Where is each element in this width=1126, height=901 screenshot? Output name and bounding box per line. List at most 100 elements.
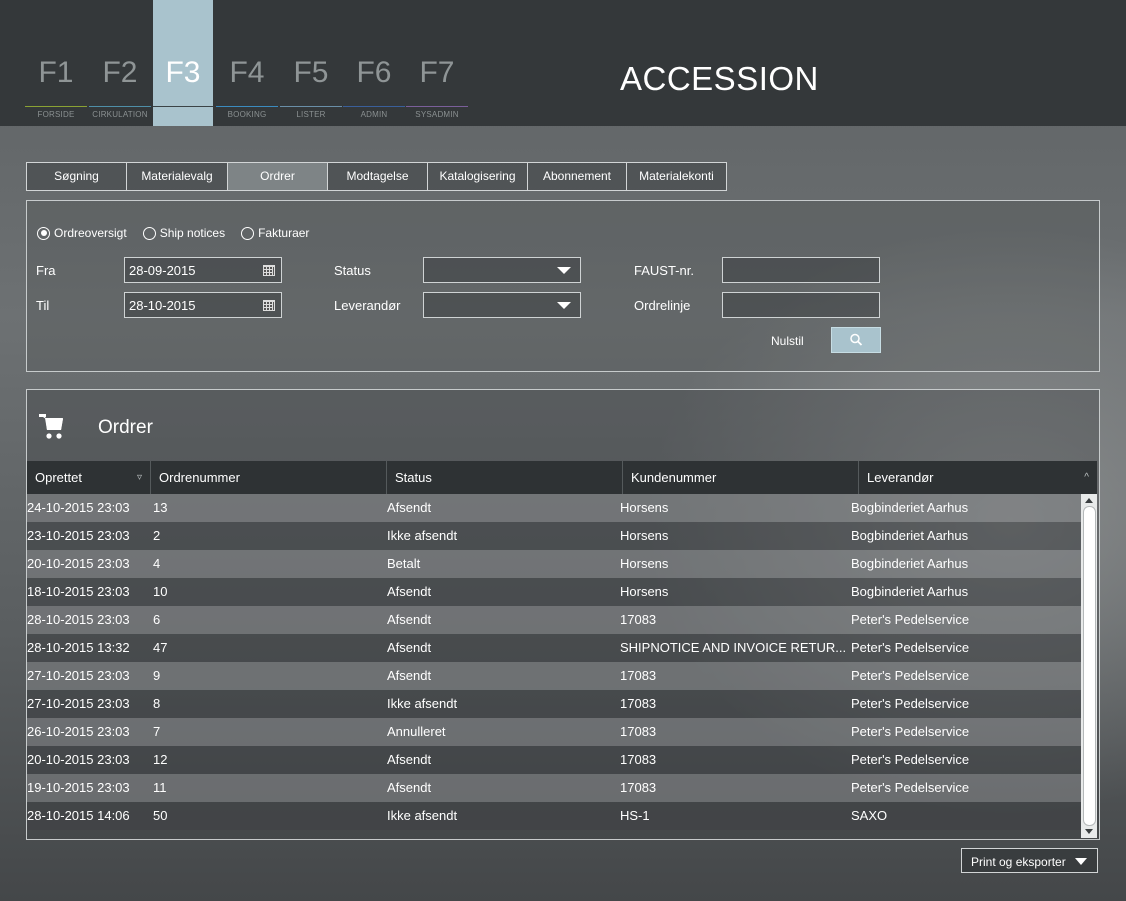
cell-kundenummer: Horsens: [620, 556, 669, 571]
table-row[interactable]: 28-10-2015 13:32 47 Afsendt SHIPNOTICE AND …: [27, 634, 1081, 662]
cell-status: Ikke afsendt: [387, 808, 458, 823]
tab-sogning[interactable]: Søgning: [26, 162, 126, 191]
cell-leverandor: Bogbinderiet Aarhus: [851, 500, 969, 515]
tab-ordrer[interactable]: Ordrer: [227, 162, 327, 191]
tab-materialekonti[interactable]: Materialekonti: [626, 162, 727, 191]
supplier-dropdown[interactable]: [423, 292, 581, 318]
column-header-oprettet[interactable]: Oprettet ▿: [27, 461, 151, 494]
orders-header: Ordrer: [27, 390, 1099, 460]
nav-key-f5[interactable]: F5 LISTER: [280, 0, 342, 126]
search-button[interactable]: [831, 327, 881, 353]
cell-oprettet: 26-10-2015 23:03: [27, 724, 130, 739]
cell-ordrenummer: 12: [153, 752, 168, 767]
column-header-label: Kundenummer: [631, 470, 717, 485]
table-row[interactable]: 27-10-2015 23:03 9 Afsendt 17083 Peter's Ped…: [27, 662, 1081, 690]
calendar-icon[interactable]: [263, 264, 275, 279]
cell-leverandor: Bogbinderiet Aarhus: [851, 556, 969, 571]
nav-key-f1[interactable]: F1 FORSIDE: [25, 0, 87, 126]
cell-status: Afsendt: [387, 752, 432, 767]
nav-key-number: F5: [293, 56, 329, 89]
tab-katalogisering[interactable]: Katalogisering: [427, 162, 527, 191]
nav-key-underline: [89, 106, 151, 107]
nav-key-number: F7: [419, 56, 455, 89]
status-dropdown[interactable]: [423, 257, 581, 283]
cell-ordrenummer: 13: [153, 500, 168, 515]
filter-panel: Ordreoversigt Ship notices Fakturaer Fra…: [26, 200, 1100, 372]
vertical-scrollbar[interactable]: [1081, 494, 1097, 838]
cell-ordrenummer: 50: [153, 808, 168, 823]
nav-key-underline: [216, 106, 278, 107]
nav-key-number: F3: [165, 56, 201, 89]
nav-key-f3[interactable]: F3: [153, 0, 213, 126]
cell-kundenummer: 17083: [620, 780, 657, 795]
nav-key-underline: [25, 106, 87, 107]
nav-key-f6[interactable]: F6 ADMIN: [343, 0, 405, 126]
to-label: Til: [36, 298, 50, 313]
nav-key-f7[interactable]: F7 SYSADMIN: [406, 0, 468, 126]
sort-down-icon[interactable]: ▿: [137, 461, 142, 494]
cell-status: Ikke afsendt: [387, 696, 458, 711]
tab-modtagelse[interactable]: Modtagelse: [327, 162, 427, 191]
print-export-button[interactable]: Print og eksporter: [961, 848, 1098, 873]
cell-oprettet: 28-10-2015 13:32: [27, 640, 130, 655]
radio-ship-notices[interactable]: Ship notices: [142, 226, 225, 240]
column-header-label: Leverandør: [867, 470, 934, 485]
from-date-field[interactable]: 28-09-2015: [124, 257, 282, 283]
table-body: 24-10-2015 23:03 13 Afsendt Horsens Bogbinde…: [27, 494, 1081, 830]
cell-ordrenummer: 4: [153, 556, 161, 571]
cell-ordrenummer: 6: [153, 612, 161, 627]
table-row[interactable]: 20-10-2015 23:03 12 Afsendt 17083 Peter's Pe…: [27, 746, 1081, 774]
scroll-up-arrow-icon[interactable]: [1085, 498, 1093, 503]
table-row[interactable]: 28-10-2015 14:06 50 Ikke afsendt HS-1 SAXO: [27, 802, 1081, 830]
radio-fakturaer[interactable]: Fakturaer: [241, 226, 309, 240]
faust-input[interactable]: [722, 257, 880, 283]
column-header-kundenummer[interactable]: Kundenummer: [623, 461, 859, 494]
chevron-down-icon: [557, 267, 571, 274]
scrollbar-thumb[interactable]: [1083, 506, 1096, 826]
nav-key-label: CIRKULATION: [92, 110, 148, 119]
to-date-value: 28-10-2015: [129, 298, 196, 313]
to-date-field[interactable]: 28-10-2015: [124, 292, 282, 318]
radio-ordreoversigt[interactable]: Ordreoversigt: [37, 226, 127, 240]
calendar-icon[interactable]: [263, 299, 275, 314]
cell-kundenummer: HS-1: [620, 808, 650, 823]
cell-kundenummer: Horsens: [620, 500, 669, 515]
nav-key-f2[interactable]: F2 CIRKULATION: [89, 0, 151, 126]
cell-status: Betalt: [387, 556, 421, 571]
cell-leverandor: Peter's Pedelservice: [851, 696, 970, 711]
cell-ordrenummer: 2: [153, 528, 161, 543]
cell-oprettet: 28-10-2015 14:06: [27, 808, 130, 823]
faust-label: FAUST-nr.: [634, 263, 694, 278]
cell-oprettet: 27-10-2015 23:03: [27, 668, 130, 683]
cart-icon: [39, 414, 63, 439]
table-row[interactable]: 26-10-2015 23:03 7 Annulleret 17083 Peter's …: [27, 718, 1081, 746]
orderline-input[interactable]: [722, 292, 880, 318]
table-row[interactable]: 24-10-2015 23:03 13 Afsendt Horsens Bogbinde…: [27, 494, 1081, 522]
nav-key-label: BOOKING: [227, 110, 267, 119]
table-row[interactable]: 18-10-2015 23:03 10 Afsendt Horsens Bogbinde…: [27, 578, 1081, 606]
column-header-label: Oprettet: [35, 470, 82, 485]
cell-kundenummer: 17083: [620, 612, 657, 627]
table-row[interactable]: 27-10-2015 23:03 8 Ikke afsendt 17083 Peter'…: [27, 690, 1081, 718]
tab-abonnement[interactable]: Abonnement: [527, 162, 626, 191]
reset-button[interactable]: Nulstil: [771, 334, 804, 348]
scroll-down-arrow-icon[interactable]: [1085, 829, 1093, 834]
cell-leverandor: Bogbinderiet Aarhus: [851, 528, 969, 543]
table-row[interactable]: 23-10-2015 23:03 2 Ikke afsendt Horsens Bogb…: [27, 522, 1081, 550]
table-row[interactable]: 19-10-2015 23:03 11 Afsendt 17083 Peter's Pe…: [27, 774, 1081, 802]
cell-status: Afsendt: [387, 612, 432, 627]
radio-label: Fakturaer: [258, 226, 310, 240]
nav-key-f4[interactable]: F4 BOOKING: [216, 0, 278, 126]
cell-ordrenummer: 8: [153, 696, 161, 711]
tab-materialevalg[interactable]: Materialevalg: [126, 162, 227, 191]
column-header-ordrenummer[interactable]: Ordrenummer: [151, 461, 387, 494]
table-row[interactable]: 28-10-2015 23:03 6 Afsendt 17083 Peter's Ped…: [27, 606, 1081, 634]
view-radio-group: Ordreoversigt Ship notices Fakturaer: [37, 226, 325, 240]
sort-up-icon[interactable]: ^: [1084, 461, 1089, 494]
column-header-status[interactable]: Status: [387, 461, 623, 494]
cell-status: Afsendt: [387, 640, 432, 655]
nav-key-label: LISTER: [296, 110, 326, 119]
cell-ordrenummer: 7: [153, 724, 161, 739]
column-header-leverandor[interactable]: Leverandør ^: [859, 461, 1097, 494]
table-row[interactable]: 20-10-2015 23:03 4 Betalt Horsens Bogbinderi…: [27, 550, 1081, 578]
